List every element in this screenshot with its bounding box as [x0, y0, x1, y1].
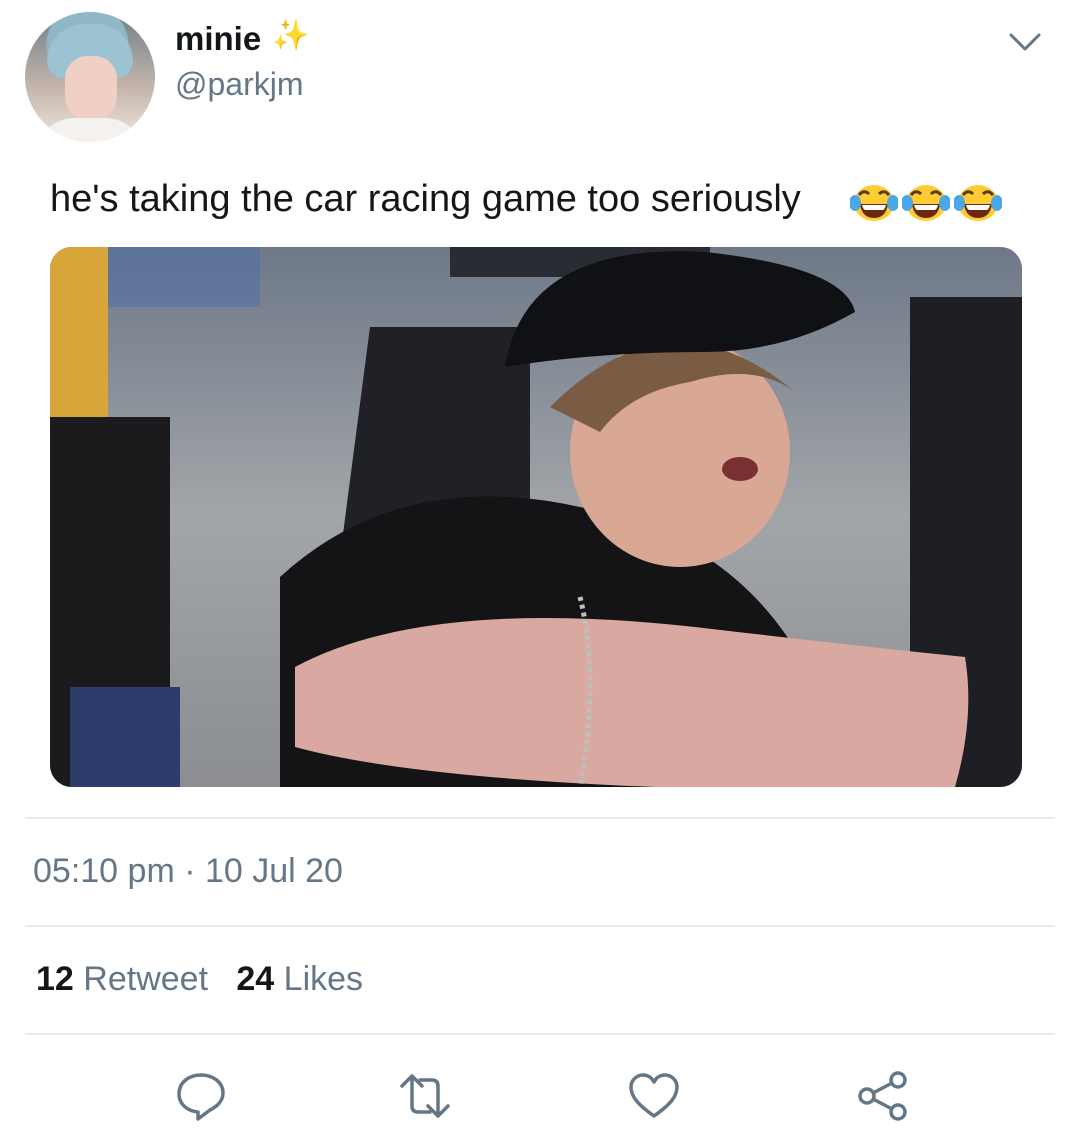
reply-icon[interactable]	[174, 1070, 228, 1122]
divider	[25, 1033, 1055, 1035]
tweet-timestamp[interactable]: 05:10 pm · 10 Jul 20	[33, 852, 343, 891]
retweet-count: 12	[36, 960, 74, 998]
avatar-face	[65, 56, 117, 122]
retweet-icon[interactable]	[398, 1070, 452, 1122]
likes-count: 24	[236, 960, 275, 998]
tweet-photo[interactable]	[50, 247, 1022, 787]
divider	[25, 925, 1055, 927]
likes-label: Likes	[283, 960, 364, 998]
laughing-tears-emoji	[902, 185, 950, 221]
share-icon[interactable]	[856, 1070, 910, 1122]
divider	[25, 817, 1055, 819]
laughing-tears-emoji	[954, 185, 1002, 221]
like-icon[interactable]	[627, 1070, 681, 1122]
tweet-emojis	[850, 181, 1002, 225]
user-handle[interactable]: @parkjm	[175, 66, 304, 103]
tweet-text: he's taking the car racing game too seri…	[50, 178, 801, 220]
retweet-stat[interactable]: 12 Retweet	[36, 960, 217, 998]
avatar[interactable]	[25, 12, 155, 142]
sparkles-emoji: ✨	[272, 19, 310, 52]
laughing-tears-emoji	[850, 185, 898, 221]
tweet-stats: 12 Retweet 24 Likes	[36, 960, 363, 999]
display-name[interactable]: minie	[175, 20, 261, 58]
likes-stat[interactable]: 24 Likes	[236, 960, 363, 998]
chevron-down-icon[interactable]	[1005, 26, 1045, 56]
avatar-shirt	[35, 118, 145, 142]
retweet-label: Retweet	[83, 960, 209, 998]
